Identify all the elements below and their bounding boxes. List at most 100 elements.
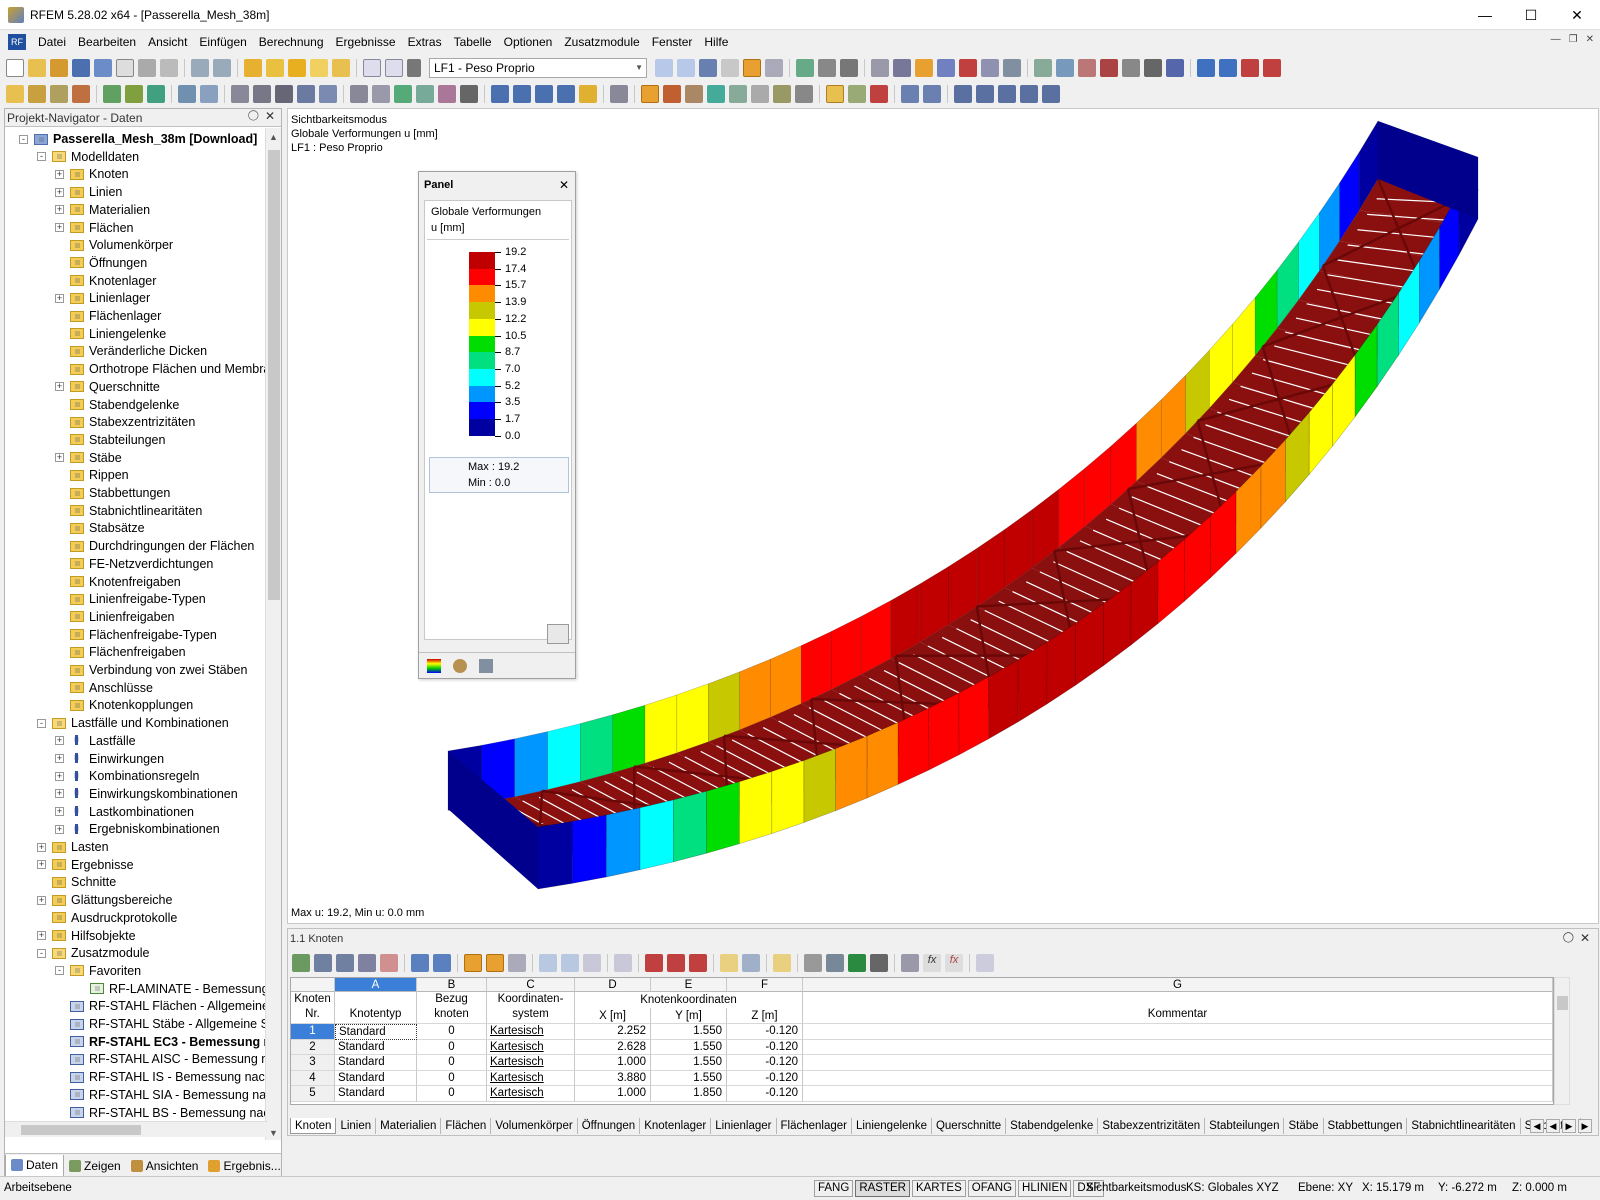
- cell-knotentyp[interactable]: Standard: [335, 1024, 417, 1040]
- module-icon-2[interactable]: [1219, 59, 1237, 77]
- table-close-icon[interactable]: ✕: [1580, 931, 1590, 945]
- tree-item[interactable]: Ausdruckprotokolle: [37, 909, 177, 927]
- row-number[interactable]: 4: [291, 1070, 335, 1087]
- tab-ansichten[interactable]: Ansichten: [126, 1155, 204, 1177]
- tab-ergebnisse[interactable]: Ergebnis...: [203, 1155, 285, 1177]
- table-rows-icon[interactable]: [742, 954, 760, 972]
- support-tool-icon[interactable]: [103, 85, 121, 103]
- cell-kommentar[interactable]: [803, 1039, 1553, 1056]
- report-icon[interactable]: [116, 59, 134, 77]
- table-cut-icon[interactable]: [645, 954, 663, 972]
- prev-tab-icon[interactable]: ◀: [1546, 1119, 1560, 1133]
- menu-ansicht[interactable]: Ansicht: [142, 35, 193, 49]
- cell-bezugsknoten[interactable]: 0: [417, 1024, 487, 1040]
- surface-icon[interactable]: [981, 59, 999, 77]
- cell-bezugsknoten[interactable]: 0: [417, 1039, 487, 1056]
- expand-icon[interactable]: +: [55, 789, 64, 799]
- abc-icon[interactable]: [901, 954, 919, 972]
- scale-tool-icon[interactable]: [416, 85, 434, 103]
- minimize-button[interactable]: —: [1462, 0, 1508, 30]
- tree-item[interactable]: + Stäbe: [55, 449, 122, 467]
- table-split-icon[interactable]: [667, 954, 685, 972]
- next-tab-icon[interactable]: ▶: [1562, 1119, 1576, 1133]
- expand-icon[interactable]: +: [55, 205, 64, 215]
- mirror-tool-icon[interactable]: [394, 85, 412, 103]
- calculator-icon[interactable]: [870, 954, 888, 972]
- edit-icon[interactable]: [244, 59, 262, 77]
- tree-item[interactable]: Linienfreigaben: [55, 608, 175, 626]
- table-tab[interactable]: Öffnungen: [578, 1118, 641, 1134]
- tree-item[interactable]: + Linienlager: [55, 289, 150, 307]
- table-refresh-icon[interactable]: [508, 954, 526, 972]
- menu-hilfe[interactable]: Hilfe: [698, 35, 734, 49]
- hscroll-thumb[interactable]: [21, 1125, 141, 1135]
- save-all-icon[interactable]: [94, 59, 112, 77]
- table-tab[interactable]: Volumenkörper: [491, 1118, 578, 1134]
- table-tab[interactable]: Stabendgelenke: [1006, 1118, 1099, 1134]
- collapse-icon[interactable]: -: [55, 966, 64, 976]
- tree-item[interactable]: Veränderliche Dicken: [55, 342, 207, 360]
- cell-koordinatensystem[interactable]: Kartesisch: [487, 1039, 575, 1056]
- print-icon[interactable]: [138, 59, 156, 77]
- view-y-icon[interactable]: [513, 85, 531, 103]
- expand-icon[interactable]: +: [55, 453, 64, 463]
- tool-icon-3[interactable]: [1078, 59, 1096, 77]
- expand-icon[interactable]: +: [55, 754, 64, 763]
- arrange-icon-4[interactable]: [1020, 85, 1038, 103]
- tree-item[interactable]: RF-STAHL SIA - Bemessung nach !: [55, 1086, 267, 1104]
- navigator-close-icon[interactable]: ✕: [265, 109, 275, 123]
- load-tool-icon[interactable]: [147, 85, 165, 103]
- render-icon[interactable]: [915, 59, 933, 77]
- mdi-restore-button[interactable]: ❐: [1569, 34, 1578, 45]
- next-loadcase-icon[interactable]: [677, 59, 695, 77]
- cell-y[interactable]: 1.550: [651, 1024, 727, 1040]
- collapse-icon[interactable]: -: [37, 718, 46, 728]
- tree-item[interactable]: RF-STAHL BS - Bemessung nach B: [55, 1104, 267, 1122]
- select-tool-icon[interactable]: [231, 85, 249, 103]
- solid-icon[interactable]: [1003, 59, 1021, 77]
- table-scroll-thumb[interactable]: [1557, 996, 1568, 1010]
- show-results-icon[interactable]: [743, 59, 761, 77]
- table-filter-icon[interactable]: [314, 954, 332, 972]
- tool-icon-7[interactable]: [1166, 59, 1184, 77]
- cell-z[interactable]: -0.120: [727, 1039, 803, 1056]
- ruler-icon[interactable]: [751, 85, 769, 103]
- cell-y[interactable]: 1.550: [651, 1039, 727, 1056]
- cell-z[interactable]: -0.120: [727, 1055, 803, 1071]
- table-tab[interactable]: Stabteilungen: [1205, 1118, 1285, 1134]
- close-button[interactable]: ✕: [1554, 0, 1600, 30]
- cell-knotentyp[interactable]: Standard: [335, 1039, 417, 1056]
- tree-item[interactable]: RF-STAHL IS - Bemessung nach IS: [55, 1068, 267, 1086]
- column-letter-e[interactable]: E: [651, 978, 727, 992]
- move-tool-icon[interactable]: [350, 85, 368, 103]
- cell-x[interactable]: 1.000: [575, 1055, 651, 1071]
- table-select-icon[interactable]: [486, 954, 504, 972]
- tree-item[interactable]: Knotenfreigaben: [55, 573, 181, 591]
- cube-tool-icon[interactable]: [297, 85, 315, 103]
- column-letter-d[interactable]: D: [575, 978, 651, 992]
- tree-item[interactable]: + Knoten: [55, 165, 129, 183]
- expand-icon[interactable]: +: [55, 169, 64, 179]
- tree-item[interactable]: + Ergebniskombinationen: [55, 820, 220, 838]
- filter-pen-icon[interactable]: [479, 658, 493, 673]
- snap-tool-icon[interactable]: [641, 85, 659, 103]
- cell-bezugsknoten[interactable]: 0: [417, 1086, 487, 1102]
- expand-icon[interactable]: +: [55, 382, 64, 392]
- tool-icon-1[interactable]: [1034, 59, 1052, 77]
- tree-item[interactable]: + Glättungsbereiche: [37, 891, 172, 909]
- table-tab[interactable]: Flächen: [441, 1118, 492, 1134]
- tree-item[interactable]: RF-STAHL Flächen - Allgemeine Sp: [55, 997, 267, 1015]
- tree-item[interactable]: Anschlüsse: [55, 679, 153, 697]
- loadcase-combo[interactable]: LF1 - Peso Proprio ▼: [429, 58, 647, 78]
- cell-x[interactable]: 1.000: [575, 1086, 651, 1102]
- tree-item[interactable]: + Einwirkungskombinationen: [55, 785, 238, 803]
- column-letter-b[interactable]: B: [417, 978, 487, 992]
- status-toggle-ofang[interactable]: OFANG: [967, 1180, 1017, 1197]
- tree-item[interactable]: Orthotrope Flächen und Membran: [55, 360, 267, 378]
- search-icon[interactable]: [266, 59, 284, 77]
- menu-tabelle[interactable]: Tabelle: [448, 35, 498, 49]
- tree-item[interactable]: Flächenlager: [55, 307, 161, 325]
- tree-item[interactable]: RF-STAHL EC3 - Bemessung nacl: [55, 1033, 267, 1051]
- table-next-icon[interactable]: [433, 954, 451, 972]
- expand-icon[interactable]: +: [55, 824, 64, 834]
